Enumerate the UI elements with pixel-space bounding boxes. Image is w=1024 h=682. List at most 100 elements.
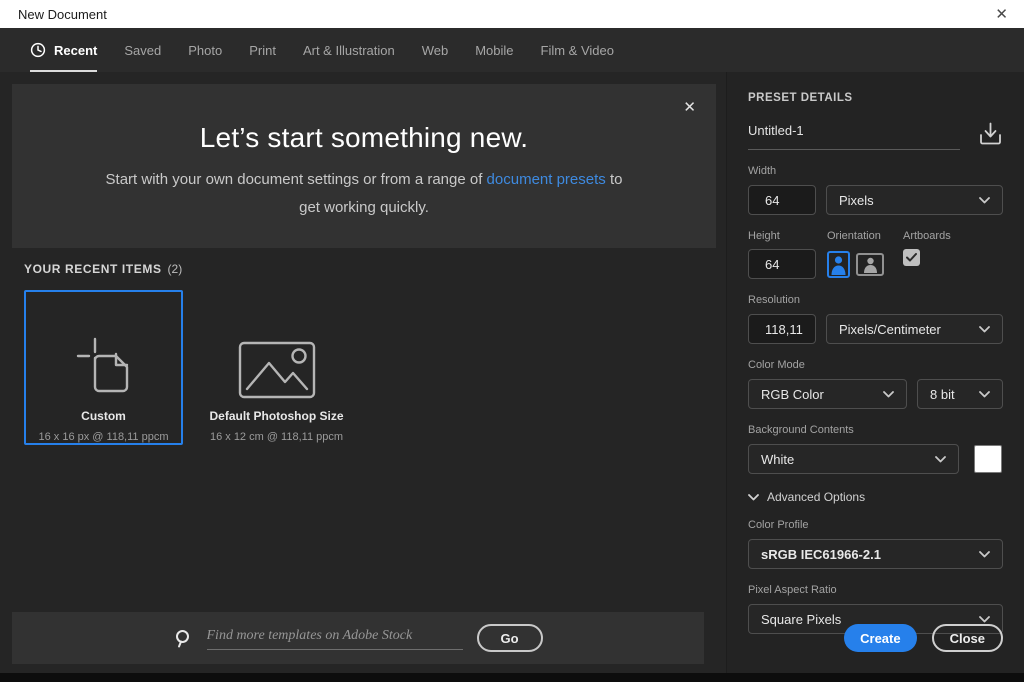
tab-recent[interactable]: Recent	[30, 28, 98, 72]
tab-label: Art & Illustration	[302, 42, 395, 58]
tab-art-illustration[interactable]: Art & Illustration	[303, 28, 395, 72]
background-contents-value: White	[761, 451, 795, 467]
create-button[interactable]: Create	[844, 624, 917, 652]
category-tabbar: Recent Saved Photo Print Art & Illustrat…	[0, 28, 1024, 72]
tab-mobile[interactable]: Mobile	[475, 28, 513, 72]
color-profile-label: Color Profile	[748, 519, 809, 531]
tab-saved[interactable]: Saved	[124, 28, 161, 72]
document-name-input[interactable]	[748, 123, 960, 138]
chevron-down-icon	[935, 455, 946, 463]
bit-depth-dropdown[interactable]: 8 bit	[917, 379, 1003, 409]
tab-label: Film & Video	[540, 42, 614, 58]
banner-heading: Let’s start something new.	[199, 122, 529, 153]
pixel-aspect-ratio-value: Square Pixels	[761, 611, 842, 627]
tab-label: Web	[421, 42, 449, 58]
color-profile-value: sRGB IEC61966-2.1	[761, 546, 881, 562]
height-orientation-artboards-labels: Height Orientation	[748, 230, 1003, 279]
resolution-input[interactable]	[748, 314, 816, 344]
recent-item-default-photoshop-size[interactable]: Default Photoshop Size 16 x 12 cm @ 118,…	[197, 290, 356, 445]
resolution-row: Pixels/Centimeter	[748, 314, 1003, 344]
check-icon	[906, 253, 917, 262]
chevron-down-icon	[883, 390, 894, 398]
dialog-actions: Create Close	[844, 624, 1003, 652]
height-label: Height	[748, 230, 780, 242]
go-button[interactable]: Go	[476, 624, 543, 652]
stock-search-field	[206, 626, 463, 650]
search-icon	[174, 629, 193, 648]
advanced-options-label: Advanced Options	[767, 490, 866, 504]
height-input[interactable]	[748, 249, 816, 279]
recent-items-count: (2)	[167, 262, 183, 276]
color-mode-dropdown[interactable]: RGB Color	[748, 379, 907, 409]
tab-label: Photo	[188, 42, 223, 58]
new-document-dialog: New Document ✕ Recent Saved Photo Print …	[0, 0, 1024, 682]
chevron-down-icon	[979, 196, 990, 204]
advanced-options-toggle[interactable]: Advanced Options	[748, 490, 1003, 504]
bit-depth-value: 8 bit	[930, 386, 955, 402]
orientation-label: Orientation	[827, 230, 881, 242]
portrait-orientation-button[interactable]	[827, 250, 850, 278]
color-mode-row: RGB Color 8 bit	[748, 379, 1003, 409]
titlebar: New Document ✕	[0, 0, 1024, 28]
artboards-checkbox[interactable]	[903, 249, 920, 266]
chevron-down-icon	[979, 550, 990, 558]
save-preset-button[interactable]	[978, 121, 1003, 146]
color-mode-label: Color Mode	[748, 359, 805, 371]
document-presets-link[interactable]: document presets	[487, 171, 606, 188]
width-row: Pixels	[748, 185, 1003, 215]
landscape-orientation-button[interactable]	[856, 252, 884, 276]
chevron-down-icon	[979, 390, 990, 398]
tab-film-video[interactable]: Film & Video	[541, 28, 614, 72]
tab-label: Recent	[54, 42, 98, 58]
recent-items-grid: Custom 16 x 16 px @ 118,11 ppcm Default …	[24, 290, 356, 445]
chevron-down-icon	[748, 493, 759, 501]
window-bottom-edge	[0, 673, 1024, 682]
tab-photo[interactable]: Photo	[188, 28, 222, 72]
recent-item-custom[interactable]: Custom 16 x 16 px @ 118,11 ppcm	[24, 290, 183, 445]
custom-document-icon	[72, 316, 136, 399]
background-contents-label: Background Contents	[748, 424, 854, 436]
portrait-person-icon	[830, 254, 847, 275]
pixel-aspect-ratio-label: Pixel Aspect Ratio	[748, 584, 837, 596]
background-contents-dropdown[interactable]: White	[748, 444, 959, 474]
welcome-banner: ✕ Let’s start something new. Start with …	[12, 84, 716, 248]
dialog-close-icon[interactable]: ✕	[995, 7, 1008, 22]
chevron-down-icon	[979, 325, 990, 333]
color-profile-dropdown[interactable]: sRGB IEC61966-2.1	[748, 539, 1003, 569]
width-unit-value: Pixels	[839, 192, 874, 208]
resolution-unit-value: Pixels/Centimeter	[839, 321, 941, 337]
recent-item-subtitle: 16 x 12 cm @ 118,11 ppcm	[209, 431, 344, 443]
close-button[interactable]: Close	[931, 624, 1003, 652]
photo-icon	[238, 316, 316, 399]
stock-search-input[interactable]	[206, 628, 463, 644]
tab-print[interactable]: Print	[249, 28, 276, 72]
width-unit-dropdown[interactable]: Pixels	[826, 185, 1003, 215]
landscape-person-icon	[863, 256, 878, 273]
width-input[interactable]	[748, 185, 816, 215]
banner-close-icon[interactable]: ✕	[683, 98, 696, 116]
color-profile-row: sRGB IEC61966-2.1	[748, 539, 1003, 569]
preset-details-heading: PRESET DETAILS	[748, 92, 853, 104]
document-name-row	[748, 116, 1003, 150]
dialog-title: New Document	[18, 6, 107, 22]
save-preset-icon	[978, 121, 1003, 146]
tab-label: Saved	[124, 42, 162, 58]
artboards-label: Artboards	[903, 230, 951, 242]
banner-body: Start with your own document settings or…	[94, 166, 634, 222]
tab-label: Mobile	[475, 42, 514, 58]
tab-label: Print	[249, 42, 276, 58]
tab-web[interactable]: Web	[422, 28, 449, 72]
clock-icon	[30, 42, 46, 58]
chevron-down-icon	[979, 615, 990, 623]
recent-item-title: Default Photoshop Size	[209, 409, 344, 423]
recent-items-title: YOUR RECENT ITEMS	[24, 262, 162, 276]
document-name-field	[748, 116, 960, 150]
background-contents-row: White	[748, 444, 1003, 474]
recent-item-subtitle: 16 x 16 px @ 118,11 ppcm	[38, 431, 169, 443]
preset-details-panel: PRESET DETAILS Width	[726, 72, 1024, 682]
resolution-label: Resolution	[748, 294, 800, 306]
adobe-stock-search-bar: Go	[12, 612, 704, 664]
resolution-unit-dropdown[interactable]: Pixels/Centimeter	[826, 314, 1003, 344]
background-color-swatch[interactable]	[974, 445, 1002, 473]
color-mode-value: RGB Color	[761, 386, 824, 402]
